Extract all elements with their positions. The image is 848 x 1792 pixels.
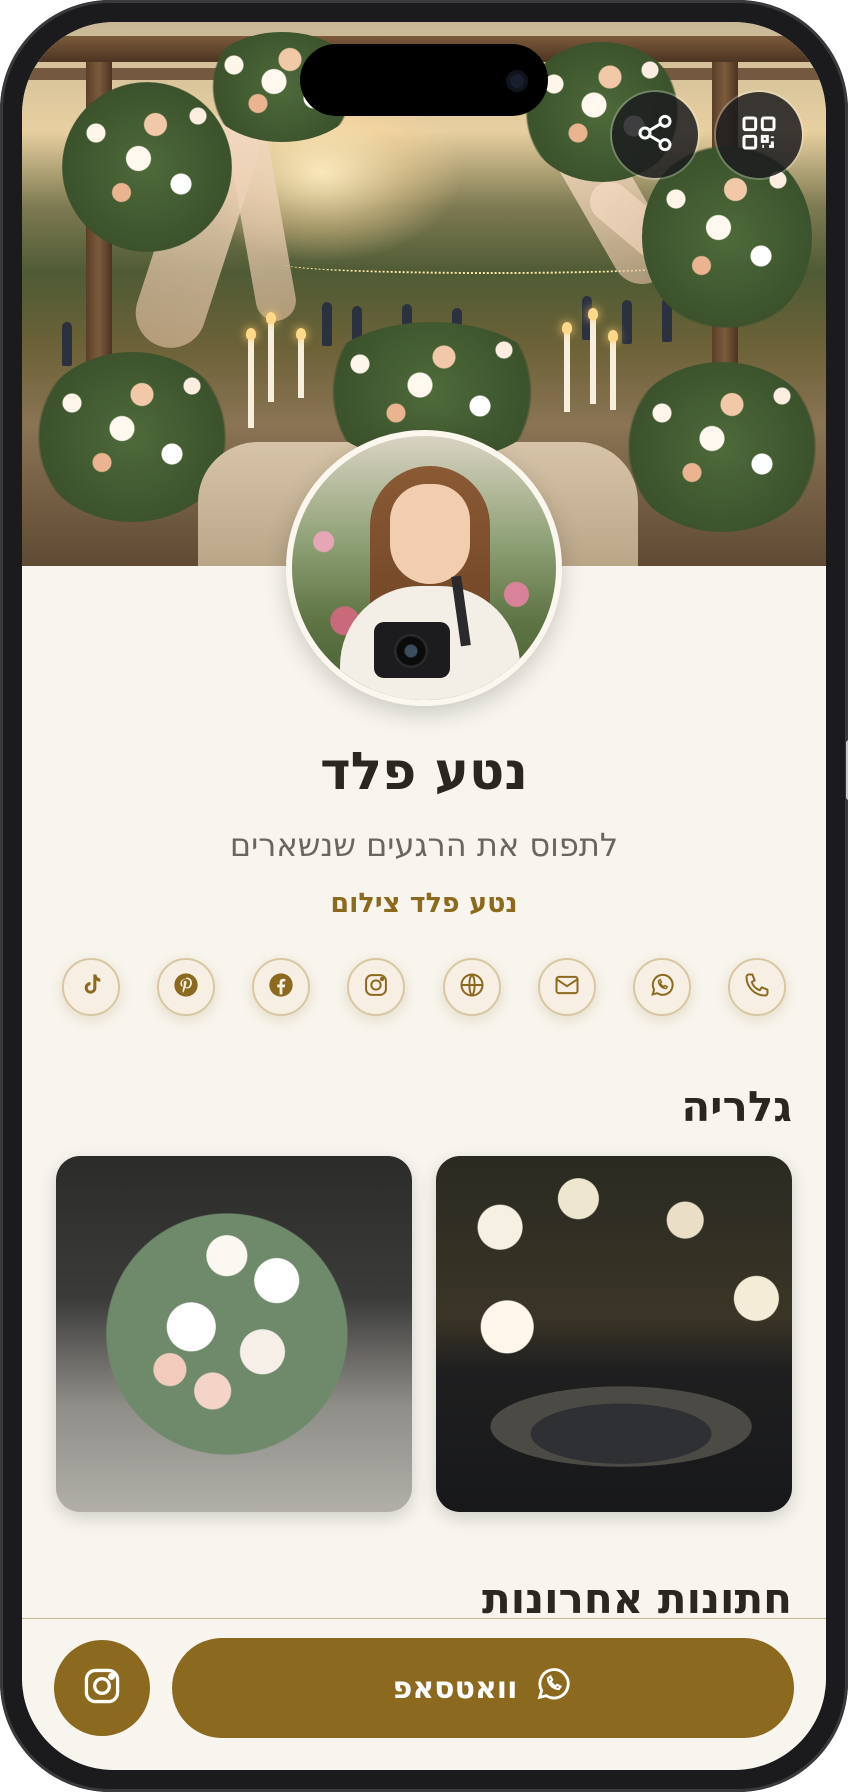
qr-code-icon [739,113,779,157]
social-links [62,958,786,1028]
dynamic-island [300,44,548,116]
tiktok-icon [77,971,105,1003]
phone-icon [743,971,771,1003]
whatsapp-icon [648,971,676,1003]
gallery-image-bouquet[interactable] [56,1156,412,1512]
pinterest-button[interactable] [157,958,216,1016]
bottom-bar-divider [22,1618,826,1619]
whatsapp-cta-button[interactable]: וואטסאפ [172,1638,794,1738]
website-button[interactable] [442,958,501,1016]
instagram-cta-button[interactable] [54,1640,150,1736]
gallery-title: גלריה [681,1082,792,1131]
whatsapp-icon [533,1664,573,1712]
instagram-icon [80,1664,124,1712]
share-button[interactable] [612,92,698,178]
email-button[interactable] [537,958,596,1016]
mail-icon [553,971,581,1003]
whatsapp-cta-label: וואטסאפ [392,1670,518,1706]
facebook-icon [267,971,295,1003]
instagram-icon [362,971,390,1003]
instagram-button[interactable] [347,958,406,1016]
whatsapp-button[interactable] [632,958,691,1016]
screen: נטע פלד לתפוס את הרגעים שנשארים נטע פלד … [22,22,826,1770]
phone-frame: נטע פלד לתפוס את הרגעים שנשארים נטע פלד … [0,0,848,1792]
business-name: נטע פלד צילום [330,888,518,919]
profile-tagline: לתפוס את הרגעים שנשארים [229,826,619,864]
share-icon [635,113,675,157]
phone-button[interactable] [728,958,786,1016]
pinterest-icon [172,971,200,1003]
tiktok-button[interactable] [62,958,121,1016]
globe-icon [458,971,486,1003]
profile-name: נטע פלד [320,742,528,802]
profile-avatar [286,430,562,706]
facebook-button[interactable] [252,958,311,1016]
gallery-grid [56,1156,792,1512]
recent-weddings-title: חתונות אחרונות [482,1574,792,1623]
qr-code-button[interactable] [716,92,802,178]
gallery-image-table-setting[interactable] [436,1156,792,1512]
